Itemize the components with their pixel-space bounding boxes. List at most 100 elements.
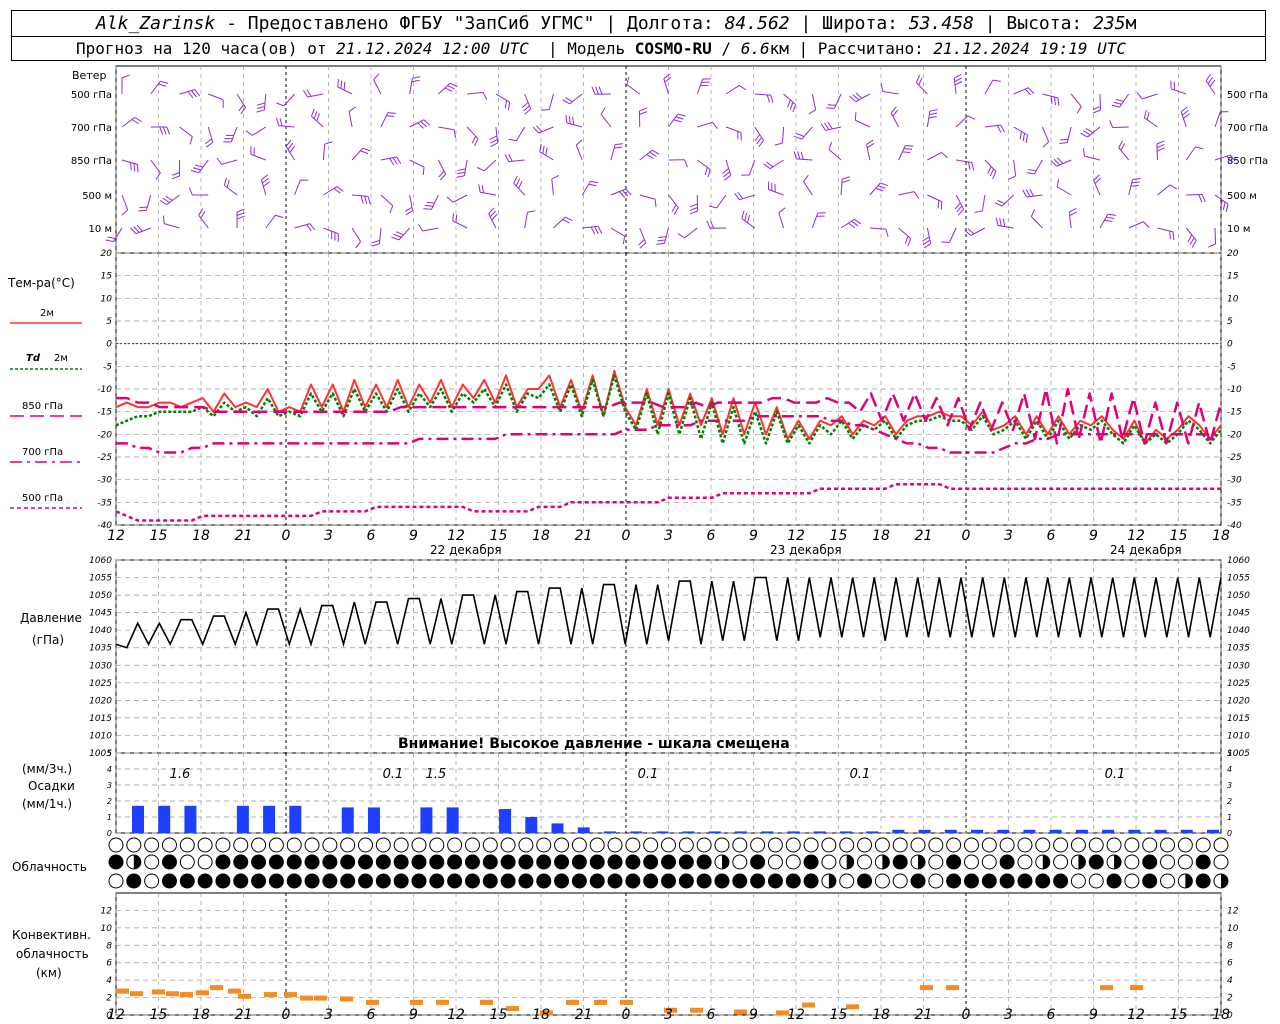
y-tick-label-right: 2 xyxy=(1227,994,1233,1004)
wind-barb-feather xyxy=(371,243,380,247)
wind-barb xyxy=(1156,140,1165,161)
wind-barb-feather xyxy=(1189,237,1195,245)
y-tick-label-right: 0 xyxy=(1227,829,1232,838)
wind-barb xyxy=(276,93,295,107)
wind-barb-staff xyxy=(997,225,1014,229)
wind-barb xyxy=(725,126,742,141)
wind-barb-feather xyxy=(240,107,246,115)
x-hour-label: 15 xyxy=(490,528,508,544)
wind-barb-feather xyxy=(797,151,801,160)
y-tick-label-right: 1015 xyxy=(1227,714,1250,724)
cloud-cover-symbol xyxy=(607,854,623,870)
y-tick-label-left: -35 xyxy=(97,498,112,508)
wind-barb xyxy=(409,76,421,95)
wind-barb xyxy=(610,143,624,161)
wind-barb-feather xyxy=(389,158,395,166)
wind-barb-feather xyxy=(796,133,805,137)
precip-bar xyxy=(551,823,564,833)
x-hour-label: 0 xyxy=(962,528,971,544)
wind-barb-feather xyxy=(162,215,165,224)
wind-barb-staff xyxy=(948,227,957,243)
wind-barb-feather xyxy=(855,92,863,99)
wind-barb-staff xyxy=(696,78,704,95)
wind-barb xyxy=(179,89,201,99)
wind-barb-feather xyxy=(418,223,424,232)
wind-barb xyxy=(294,179,309,196)
wind-barb-feather xyxy=(391,236,400,241)
cloud-cover-symbol xyxy=(286,837,302,853)
wind-barb-staff xyxy=(483,159,497,172)
cloud-cover-symbol xyxy=(482,854,498,870)
wind-barb-staff xyxy=(283,93,295,107)
wind-barb-feather xyxy=(673,207,679,215)
wind-barb xyxy=(1207,227,1217,248)
cloud-cover-symbol xyxy=(678,873,694,889)
cloud-cover-symbol xyxy=(251,873,267,889)
precip-3h-sum: 0.1 xyxy=(638,767,659,782)
convective-bar xyxy=(166,991,179,997)
wind-barb-staff xyxy=(890,112,900,128)
wind-barb-staff xyxy=(516,126,526,141)
y-tick-label-left: 1045 xyxy=(89,609,112,619)
y-tick-label-left: -30 xyxy=(97,476,112,486)
wind-barb-staff xyxy=(828,149,842,161)
cloud-cover-symbol xyxy=(1106,837,1122,853)
x-hour-label: 9 xyxy=(749,528,758,544)
wind-barb-feather xyxy=(489,135,498,140)
wind-barb-feather xyxy=(842,176,850,180)
wind-barb-feather xyxy=(766,94,771,103)
cloud-cover-symbol xyxy=(179,873,195,889)
cloud-cover-symbol xyxy=(589,837,605,853)
cloud-cover-symbol xyxy=(197,873,213,889)
wind-barb-staff xyxy=(1030,216,1043,229)
cloud-cover-symbol xyxy=(625,837,641,853)
wind-barb-feather xyxy=(404,206,413,212)
wind-barb-feather xyxy=(1057,97,1060,106)
wind-barb-feather xyxy=(708,205,717,209)
wind-barb xyxy=(994,194,1015,207)
wind-barb-feather xyxy=(724,174,732,181)
wind-barb xyxy=(351,227,362,249)
y-tick-label-left: 4 xyxy=(107,765,112,774)
wind-barb-feather xyxy=(518,181,523,189)
wind-barb xyxy=(754,93,774,103)
wind-barb-staff xyxy=(684,227,698,239)
cloud-cover-half xyxy=(1185,874,1193,888)
wind-barb xyxy=(696,159,711,178)
x-hour-label-bottom: 12 xyxy=(107,1007,125,1023)
wind-barb xyxy=(639,149,660,161)
cloud-cover-symbol xyxy=(981,873,997,889)
wind-barb-feather xyxy=(136,224,143,232)
wind-barb xyxy=(890,106,900,128)
cloud-cover-symbol xyxy=(696,837,712,853)
x-hour-label-bottom: 9 xyxy=(409,1007,418,1023)
wind-barb-feather xyxy=(1069,207,1077,213)
precip-bar xyxy=(787,831,800,833)
wind-barb xyxy=(927,152,948,161)
y-tick-label-right: 15 xyxy=(1227,272,1239,282)
wind-barb-feather xyxy=(787,99,791,108)
wind-barb xyxy=(323,186,344,196)
cloud-cover-symbol xyxy=(892,837,908,853)
wind-barb-feather xyxy=(371,239,380,244)
wind-barb-feather xyxy=(954,202,961,210)
wind-barb-staff xyxy=(348,111,353,128)
cloud-cover-symbol xyxy=(304,837,320,853)
wind-barb-feather xyxy=(1156,147,1165,152)
wind-barb-feather xyxy=(671,204,677,212)
wind-barb-staff xyxy=(438,82,451,95)
wind-barb-feather xyxy=(789,102,794,110)
wind-barb xyxy=(984,79,1001,95)
wind-barb-feather xyxy=(139,206,148,209)
cloud-cover-symbol xyxy=(215,854,231,870)
wind-barb xyxy=(466,126,479,147)
wind-barb xyxy=(565,114,583,128)
cloud-cover-symbol xyxy=(358,854,374,870)
convective-bar xyxy=(264,992,277,998)
y-tick-label-right: 1030 xyxy=(1227,661,1250,671)
cloud-cover-symbol xyxy=(536,873,552,889)
convective-cloud-panel: 12 1210 108 86 64 42 20 012 15 18 21 0 3 6 9 12 15 18 21 0 3… xyxy=(101,893,1239,1023)
wind-barb-feather xyxy=(504,154,510,162)
y-tick-label-right: -25 xyxy=(1227,453,1242,463)
precip-bar xyxy=(263,805,276,833)
